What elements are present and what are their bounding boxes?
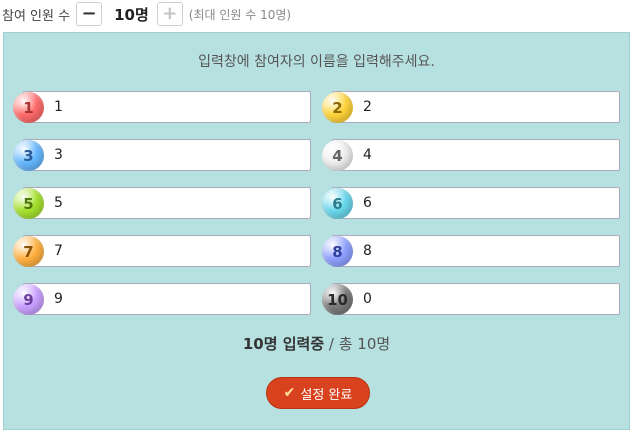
check-icon: ✔ <box>283 385 296 401</box>
decrease-count-button[interactable]: − <box>76 2 103 26</box>
entry-row: 5 5 <box>13 187 311 221</box>
entry-total-text: / 총 10명 <box>324 335 391 353</box>
number-ball-icon: 2 <box>322 92 353 123</box>
entry-row: 2 2 <box>322 91 620 125</box>
entry-row: 3 3 <box>13 139 311 173</box>
number-ball-icon: 1 <box>13 92 44 123</box>
number-ball-icon: 7 <box>13 236 44 267</box>
confirm-settings-label: 설정 완료 <box>300 387 353 403</box>
number-ball-icon: 3 <box>13 140 44 171</box>
entry-row: 10 0 <box>322 283 620 317</box>
increase-count-button[interactable]: + <box>156 2 183 26</box>
name-entry-panel: 입력창에 참여자의 이름을 입력해주세요. 1 1 2 2 3 3 4 4 5 … <box>3 32 630 430</box>
name-input[interactable]: 3 <box>23 139 311 171</box>
max-participants-note: (최대 인원 수 10명) <box>188 7 292 22</box>
number-ball-icon: 4 <box>322 140 353 171</box>
number-ball-icon: 9 <box>13 284 44 315</box>
entry-row: 8 8 <box>322 235 620 269</box>
name-input[interactable]: 5 <box>23 187 311 219</box>
entry-summary: 10명 입력중 / 총 10명 <box>4 333 629 354</box>
entry-row: 9 9 <box>13 283 311 317</box>
name-input[interactable]: 6 <box>332 187 620 219</box>
instruction-text: 입력창에 참여자의 이름을 입력해주세요. <box>198 54 435 70</box>
number-ball-icon: 8 <box>322 236 353 267</box>
participant-count: 10명 <box>114 5 149 24</box>
number-ball-icon: 6 <box>322 188 353 219</box>
entry-row: 1 1 <box>13 91 311 125</box>
name-input[interactable]: 9 <box>23 283 311 315</box>
name-input[interactable]: 1 <box>23 91 311 123</box>
participant-count-bar: 참여 인원 수 − 10명 + (최대 인원 수 10명) <box>0 0 635 28</box>
entry-count-text: 10명 입력중 <box>242 335 325 353</box>
name-input[interactable]: 4 <box>332 139 620 171</box>
number-ball-icon: 10 <box>322 284 353 315</box>
entry-row: 7 7 <box>13 235 311 269</box>
name-input[interactable]: 7 <box>23 235 311 267</box>
participants-label: 참여 인원 수 <box>2 8 71 24</box>
name-input[interactable]: 8 <box>332 235 620 267</box>
name-input[interactable]: 2 <box>332 91 620 123</box>
entry-row: 4 4 <box>322 139 620 173</box>
entry-row: 6 6 <box>322 187 620 221</box>
name-input[interactable]: 0 <box>332 283 620 315</box>
confirm-settings-button[interactable]: ✔ 설정 완료 <box>266 377 370 409</box>
number-ball-icon: 5 <box>13 188 44 219</box>
